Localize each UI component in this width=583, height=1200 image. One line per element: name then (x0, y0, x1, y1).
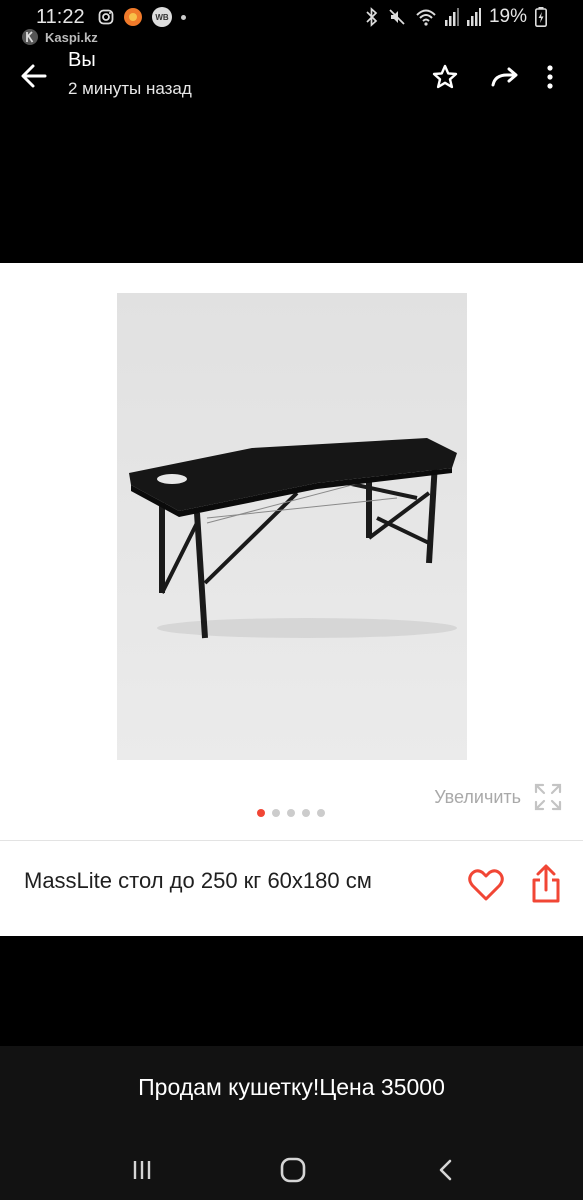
mute-icon (389, 9, 405, 25)
product-image[interactable] (117, 293, 467, 760)
app-notification-icon (124, 8, 142, 26)
recent-apps-button[interactable] (122, 1150, 162, 1190)
sent-timestamp: 2 минуты назад (68, 79, 192, 98)
title-block: Вы 2 минуты назад (68, 49, 192, 99)
home-icon (280, 1157, 306, 1183)
pager-dot[interactable] (302, 809, 310, 817)
share-button[interactable] (530, 863, 562, 905)
star-icon (432, 64, 458, 89)
forward-button[interactable] (475, 62, 535, 92)
more-button[interactable] (535, 62, 565, 92)
more-notifications-icon (181, 14, 186, 20)
pager-dot[interactable] (287, 809, 295, 817)
pager-dot[interactable] (257, 809, 265, 817)
arrow-left-icon (21, 64, 47, 88)
status-bar: 11:22 WB Kaspi.kz 19% (0, 0, 583, 45)
zoom-label: Увеличить (434, 786, 521, 807)
chevron-left-icon (439, 1159, 452, 1181)
status-system-icons: 19% (365, 6, 547, 28)
heart-icon (468, 869, 504, 901)
app-actions (415, 62, 565, 92)
message-caption-bar: Продам кушетку!Цена 35000 (0, 1046, 583, 1140)
favorite-button[interactable] (466, 865, 506, 905)
sender-name: Вы (68, 49, 96, 71)
star-button[interactable] (415, 62, 475, 92)
message-text: Продам кушетку!Цена 35000 (138, 1074, 445, 1100)
home-button[interactable] (273, 1150, 313, 1190)
battery-percent: 19% (488, 6, 527, 27)
recent-apps-icon (133, 1161, 151, 1179)
image-pager (257, 809, 325, 817)
kaspi-label: Kaspi.kz (45, 29, 98, 45)
battery-charging-icon (535, 7, 547, 27)
more-vert-icon (547, 65, 553, 89)
instagram-icon (98, 9, 114, 25)
product-title[interactable]: MassLite стол до 250 кг 60x180 см (24, 865, 454, 896)
status-time: 11:22 (36, 6, 85, 28)
forward-icon (491, 67, 518, 87)
bluetooth-icon (366, 7, 378, 27)
pager-dot[interactable] (272, 809, 280, 817)
pager-dot[interactable] (317, 809, 325, 817)
divider (0, 840, 583, 841)
expand-icon (534, 783, 562, 811)
status-notification-icons: WB (98, 7, 186, 27)
app-bar: Вы 2 минуты назад (0, 44, 583, 114)
share-icon (532, 864, 560, 903)
signal-1-icon (444, 8, 459, 26)
zoom-button[interactable]: Увеличить (434, 782, 563, 812)
back-nav-button[interactable] (426, 1150, 466, 1190)
signal-2-icon (466, 8, 481, 26)
wb-icon: WB (152, 7, 172, 27)
massage-table-image (117, 293, 467, 760)
system-nav-bar (0, 1140, 583, 1200)
product-card[interactable]: Увеличить MassLite стол до 250 кг 60x180… (0, 263, 583, 936)
wifi-icon (416, 9, 436, 26)
back-button[interactable] (18, 60, 50, 92)
